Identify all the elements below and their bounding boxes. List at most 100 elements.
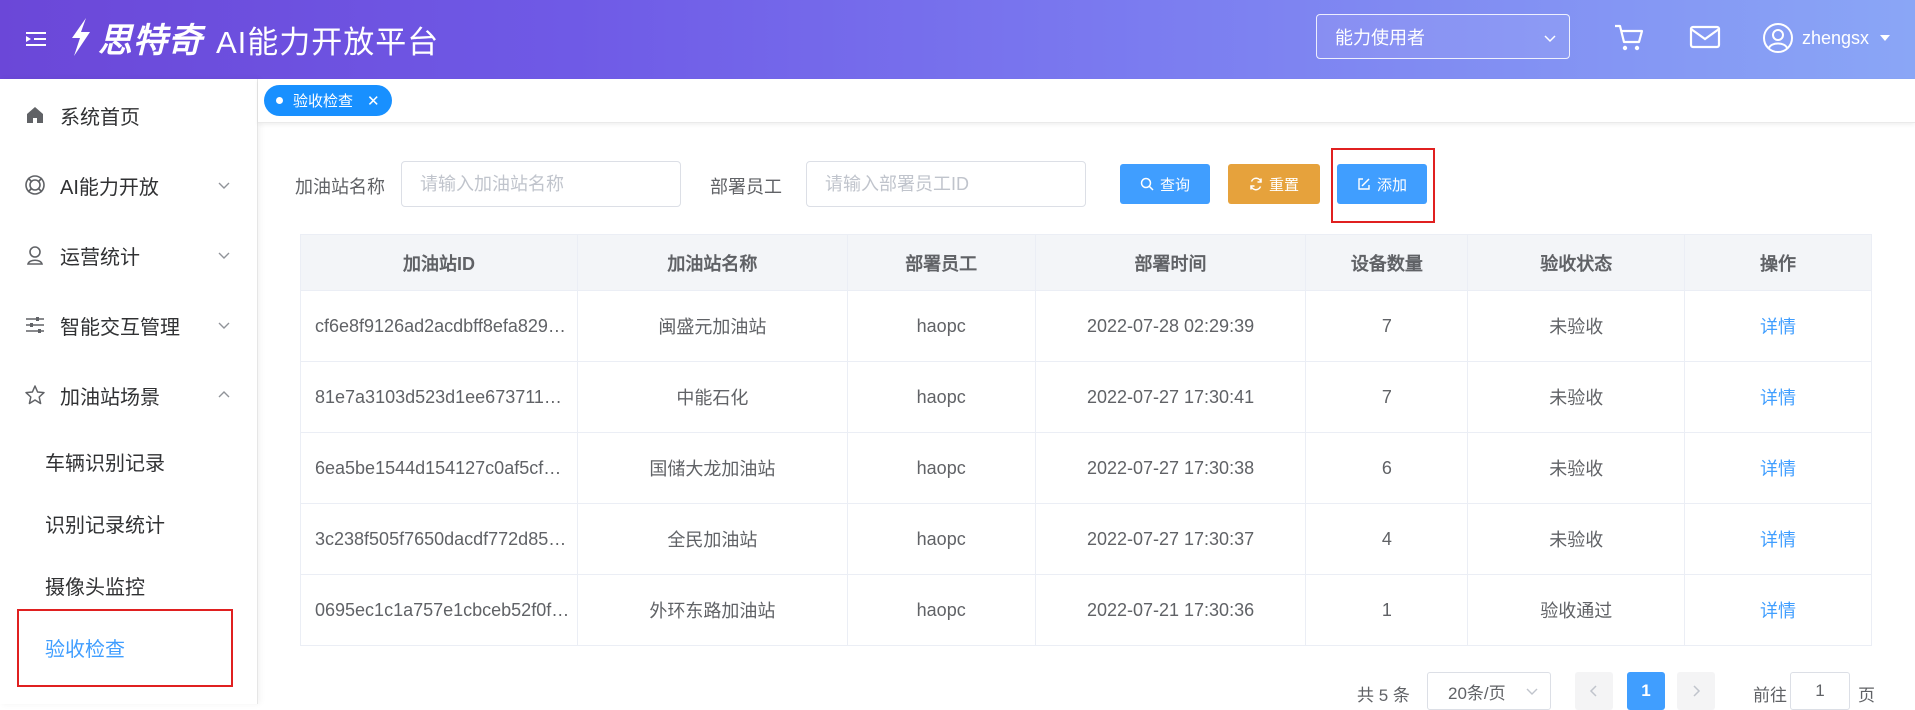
chevron-down-icon xyxy=(218,322,230,329)
cell-time: 2022-07-27 17:30:41 xyxy=(1035,361,1307,433)
chevron-right-icon xyxy=(1693,685,1701,697)
detail-link[interactable]: 详情 xyxy=(1760,459,1796,479)
table-header-row: 加油站ID 加油站名称 部署员工 部署时间 设备数量 验收状态 操作 xyxy=(300,234,1872,291)
cell-station-name: 全民加油站 xyxy=(577,503,848,575)
next-page-button[interactable] xyxy=(1677,672,1715,710)
acceptance-table: 加油站ID 加油站名称 部署员工 部署时间 设备数量 验收状态 操作 cf6e8… xyxy=(300,234,1872,646)
cell-staff: haopc xyxy=(847,503,1036,575)
col-header-station-id: 加油站ID xyxy=(300,234,578,291)
refresh-icon xyxy=(1250,177,1262,191)
cell-staff: haopc xyxy=(847,361,1036,433)
col-header-status: 验收状态 xyxy=(1467,234,1686,291)
reset-button-label: 重置 xyxy=(1268,176,1299,194)
cell-time: 2022-07-27 17:30:37 xyxy=(1035,503,1307,575)
cell-status: 未验收 xyxy=(1467,432,1686,504)
detail-link[interactable]: 详情 xyxy=(1760,388,1796,408)
radar-icon xyxy=(25,175,45,195)
table-row: 0695ec1c1a757e1cbceb52f0f… 外环东路加油站 haopc… xyxy=(300,574,1872,646)
cell-time: 2022-07-27 17:30:38 xyxy=(1035,432,1307,504)
tab-acceptance-check[interactable]: 验收检查 ✕ xyxy=(264,85,392,116)
sidebar-sub-camera-monitor[interactable]: 摄像头监控 xyxy=(0,557,258,613)
cell-device-count: 1 xyxy=(1305,574,1469,646)
star-icon xyxy=(25,385,45,405)
reset-button[interactable]: 重置 xyxy=(1228,164,1320,204)
cart-icon[interactable] xyxy=(1612,20,1646,54)
col-header-staff: 部署员工 xyxy=(847,234,1036,291)
tabs-bar: 验收检查 ✕ xyxy=(258,79,1915,123)
sidebar: 系统首页 AI能力开放 运营统计 智能交互管理 加油站场景 车辆识别记录 识别记… xyxy=(0,79,258,704)
station-name-input[interactable] xyxy=(401,161,681,207)
chevron-down-icon xyxy=(218,182,230,189)
close-icon[interactable]: ✕ xyxy=(367,92,380,110)
page-size-select[interactable]: 20条/页 xyxy=(1427,672,1551,710)
page-number-current[interactable]: 1 xyxy=(1627,672,1665,710)
chevron-left-icon xyxy=(1589,685,1597,697)
cell-staff: haopc xyxy=(847,432,1036,504)
detail-link[interactable]: 详情 xyxy=(1760,530,1796,550)
sidebar-item-home[interactable]: 系统首页 xyxy=(0,85,258,145)
sidebar-sub-vehicle-records[interactable]: 车辆识别记录 xyxy=(0,433,258,489)
sidebar-item-interaction[interactable]: 智能交互管理 xyxy=(0,295,258,355)
col-header-station-name: 加油站名称 xyxy=(577,234,848,291)
cell-station-id: 3c238f505f7650dacdf772d85… xyxy=(300,503,578,575)
staff-label: 部署员工 xyxy=(710,177,782,197)
sidebar-sub-label: 车辆识别记录 xyxy=(45,452,165,475)
sidebar-item-label: 智能交互管理 xyxy=(60,316,180,339)
mail-icon[interactable] xyxy=(1688,20,1722,54)
sidebar-item-label: 系统首页 xyxy=(60,106,140,129)
pagination-total: 共 5 条 xyxy=(1357,686,1410,705)
col-header-device-count: 设备数量 xyxy=(1305,234,1469,291)
username: zhengsx xyxy=(1802,27,1870,48)
cell-status: 未验收 xyxy=(1467,361,1686,433)
sidebar-item-label: 加油站场景 xyxy=(60,386,160,409)
detail-link[interactable]: 详情 xyxy=(1760,317,1796,337)
cell-station-name: 国储大龙加油站 xyxy=(577,432,848,504)
search-icon xyxy=(1140,177,1154,191)
user-pin-icon xyxy=(27,246,43,265)
station-name-label: 加油站名称 xyxy=(295,177,385,197)
cell-staff: haopc xyxy=(847,574,1036,646)
query-button-label: 查询 xyxy=(1159,176,1190,194)
goto-suffix: 页 xyxy=(1858,686,1875,705)
page-size-value: 20条/页 xyxy=(1448,683,1506,703)
query-button[interactable]: 查询 xyxy=(1120,164,1210,204)
role-select[interactable]: 能力使用者 xyxy=(1316,14,1570,59)
table-row: cf6e8f9126ad2acdbff8efa829… 闽盛元加油站 haopc… xyxy=(300,290,1872,362)
col-header-action: 操作 xyxy=(1684,234,1872,291)
top-header: 思特奇 AI能力开放平台 能力使用者 zhengsx xyxy=(0,0,1915,79)
cell-station-id: cf6e8f9126ad2acdbff8efa829… xyxy=(300,290,578,362)
goto-page-input[interactable] xyxy=(1790,672,1850,710)
cell-time: 2022-07-21 17:30:36 xyxy=(1035,574,1307,646)
cell-time: 2022-07-28 02:29:39 xyxy=(1035,290,1307,362)
logo: 思特奇 xyxy=(66,14,203,60)
cell-staff: haopc xyxy=(847,290,1036,362)
table-row: 6ea5be1544d154127c0af5cf… 国储大龙加油站 haopc … xyxy=(300,432,1872,504)
logo-bolt-icon xyxy=(72,18,90,56)
menu-toggle-icon[interactable] xyxy=(24,28,48,50)
cell-status: 未验收 xyxy=(1467,290,1686,362)
detail-link[interactable]: 详情 xyxy=(1760,601,1796,621)
sidebar-item-label: AI能力开放 xyxy=(60,176,159,199)
cell-station-name: 外环东路加油站 xyxy=(577,574,848,646)
col-header-time: 部署时间 xyxy=(1035,234,1307,291)
cell-station-id: 81e7a3103d523d1ee673711… xyxy=(300,361,578,433)
staff-id-input[interactable] xyxy=(806,161,1086,207)
user-avatar-icon xyxy=(1763,23,1793,53)
sidebar-item-ai-open[interactable]: AI能力开放 xyxy=(0,155,258,215)
cell-status: 未验收 xyxy=(1467,503,1686,575)
sidebar-item-operations[interactable]: 运营统计 xyxy=(0,225,258,285)
chevron-down-icon xyxy=(218,252,230,259)
user-menu[interactable]: zhengsx xyxy=(1762,20,1891,56)
sidebar-sub-record-stats[interactable]: 识别记录统计 xyxy=(0,495,258,551)
cell-device-count: 6 xyxy=(1305,432,1469,504)
cell-status: 验收通过 xyxy=(1467,574,1686,646)
cell-device-count: 4 xyxy=(1305,503,1469,575)
sidebar-item-gas-station[interactable]: 加油站场景 xyxy=(0,365,258,425)
caret-down-icon xyxy=(1880,35,1891,41)
cell-device-count: 7 xyxy=(1305,290,1469,362)
role-select-value: 能力使用者 xyxy=(1335,27,1425,48)
highlight-box-sidebar xyxy=(17,609,233,687)
cell-device-count: 7 xyxy=(1305,361,1469,433)
prev-page-button[interactable] xyxy=(1575,672,1613,710)
app-title: AI能力开放平台 xyxy=(216,25,440,60)
